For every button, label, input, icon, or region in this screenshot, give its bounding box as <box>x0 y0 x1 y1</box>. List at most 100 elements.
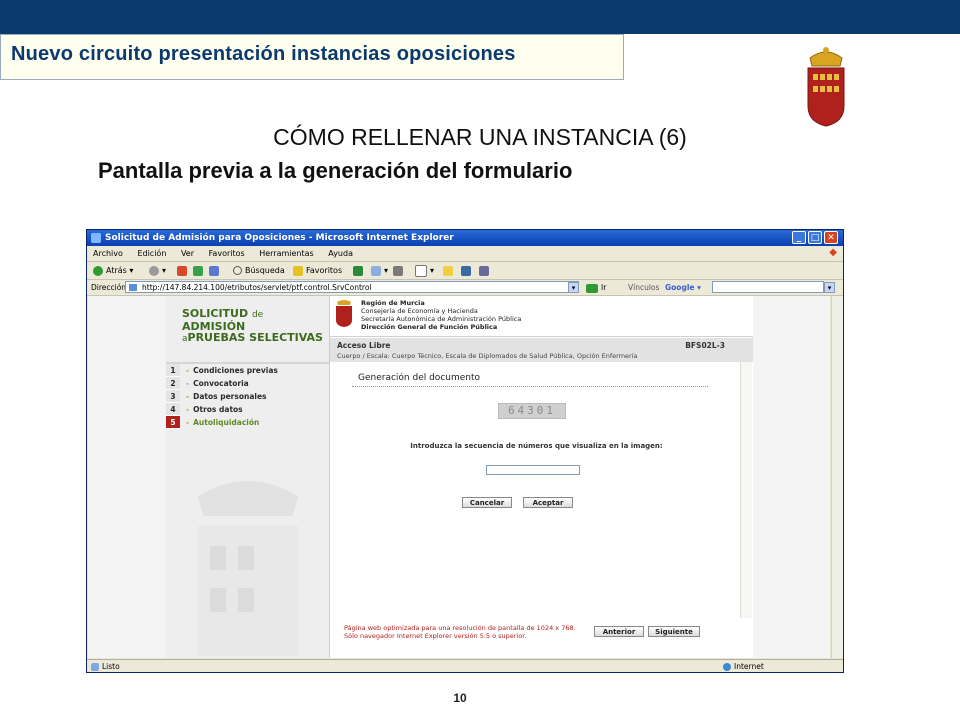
google-dropdown[interactable]: ▾ <box>824 282 835 293</box>
murcia-crest-icon <box>807 47 845 127</box>
slide-header: Nuevo circuito presentación instancias o… <box>0 34 624 80</box>
home-button[interactable] <box>209 262 222 279</box>
access-info: Acceso Libre BFS02L-3 Cuerpo / Escala: C… <box>330 338 753 362</box>
step-menu: 1Condiciones previas 2Convocatoria 3Dato… <box>166 364 329 429</box>
go-arrow-icon <box>586 283 598 293</box>
cancel-button[interactable]: Cancelar <box>462 497 512 508</box>
search-button[interactable]: Búsqueda <box>233 262 285 279</box>
mail-icon <box>371 265 381 276</box>
access-code: BFS02L-3 <box>685 341 725 350</box>
google-toolbar[interactable]: Google ▾ <box>665 280 701 295</box>
windows-flag-icon: ◆ <box>829 247 837 258</box>
slide-header-title: Nuevo circuito presentación instancias o… <box>11 43 516 65</box>
inner-scrollbar[interactable] <box>740 362 752 618</box>
address-label: Dirección <box>91 283 127 292</box>
step-item-otros-datos[interactable]: 4Otros datos <box>166 403 329 416</box>
main-panel: Región de Murcia Consejería de Economía … <box>330 296 753 658</box>
org-line-2: Consejería de Economía y Hacienda <box>361 307 478 315</box>
menu-favoritos[interactable]: Favoritos <box>209 249 245 258</box>
ie-icon <box>91 233 101 243</box>
page-icon <box>129 284 137 291</box>
menu-edicion[interactable]: Edición <box>137 249 166 258</box>
search-icon <box>233 266 242 275</box>
edit-button[interactable]: ▾ <box>415 262 434 279</box>
solicitud-logo: SOLICITUD de ADMISIÓN aPRUEBAS SELECTIVA… <box>182 307 323 344</box>
slide-subheading: Pantalla previa a la generación del form… <box>98 158 573 183</box>
stop-button[interactable] <box>177 262 190 279</box>
status-bar: Listo Internet <box>87 659 843 672</box>
address-bar: Dirección http://147.84.214.100/etributo… <box>87 280 843 296</box>
step-item-condiciones[interactable]: 1Condiciones previas <box>166 364 329 377</box>
captcha-input[interactable] <box>486 465 580 475</box>
back-button[interactable]: Atrás ▾ <box>93 262 133 279</box>
org-line-3: Secretaría Autonómica de Administración … <box>361 315 522 323</box>
browser-title: Solicitud de Admisión para Oposiciones -… <box>105 233 454 243</box>
form-content: Generación del documento 64301 Introduzc… <box>330 362 743 658</box>
captcha-image: 64301 <box>498 403 566 419</box>
home-icon <box>209 265 219 276</box>
menu-bar: Archivo Edición Ver Favoritos Herramient… <box>87 247 843 262</box>
stop-icon <box>177 265 187 276</box>
org-line-4: Dirección General de Función Pública <box>361 323 498 331</box>
menu-ver[interactable]: Ver <box>181 249 194 258</box>
menu-ayuda[interactable]: Ayuda <box>328 249 353 258</box>
favorites-button[interactable]: Favoritos <box>293 262 342 279</box>
address-dropdown[interactable]: ▾ <box>568 282 579 293</box>
menu-herramientas[interactable]: Herramientas <box>259 249 314 258</box>
crest-watermark-icon <box>198 481 298 656</box>
page-status-icon <box>91 663 99 671</box>
forward-arrow-icon <box>149 265 159 276</box>
browser-titlebar[interactable]: Solicitud de Admisión para Oposiciones -… <box>87 230 843 246</box>
left-panel: SOLICITUD de ADMISIÓN aPRUEBAS SELECTIVA… <box>166 296 330 658</box>
page-number: 10 <box>453 691 467 705</box>
back-arrow-icon <box>93 265 103 276</box>
messenger-button[interactable] <box>461 262 474 279</box>
print-icon <box>393 265 403 276</box>
page-scrollbar[interactable] <box>831 296 843 658</box>
zone-indicator: Internet <box>723 660 764 672</box>
google-search-input[interactable] <box>712 281 824 293</box>
maximize-button[interactable]: □ <box>808 231 822 244</box>
access-type: Acceso Libre <box>337 341 391 350</box>
mail-button[interactable]: ▾ <box>371 262 388 279</box>
cuerpo-escala: Cuerpo / Escala: Cuerpo Técnico, Escala … <box>337 352 638 360</box>
menu-archivo[interactable]: Archivo <box>93 249 123 258</box>
step-item-datos-personales[interactable]: 3Datos personales <box>166 390 329 403</box>
history-button[interactable] <box>353 262 366 279</box>
history-icon <box>353 265 363 276</box>
toolbar: Atrás ▾ ▾ Búsqueda Favoritos ▾ ▾ <box>87 262 843 280</box>
browser-window: Solicitud de Admisión para Oposiciones -… <box>86 229 844 673</box>
research-icon <box>479 265 489 276</box>
refresh-button[interactable] <box>193 262 206 279</box>
internet-globe-icon <box>723 663 731 671</box>
discuss-button[interactable] <box>443 262 456 279</box>
next-button[interactable]: Siguiente <box>648 626 700 637</box>
research-button[interactable] <box>479 262 492 279</box>
minimize-button[interactable]: _ <box>792 231 806 244</box>
links-label[interactable]: Vínculos <box>628 280 659 295</box>
step-item-autoliquidacion[interactable]: 5Autoliquidación <box>166 416 329 429</box>
status-text: Listo <box>91 660 120 672</box>
org-header: Región de Murcia Consejería de Economía … <box>330 296 753 337</box>
section-title: Generación del documento <box>358 373 481 383</box>
slide-heading: CÓMO RELLENAR UNA INSTANCIA (6) <box>273 124 687 150</box>
step-item-convocatoria[interactable]: 2Convocatoria <box>166 377 329 390</box>
previous-button[interactable]: Anterior <box>594 626 644 637</box>
print-button[interactable] <box>393 262 406 279</box>
captcha-prompt: Introduzca la secuencia de números que v… <box>410 442 663 450</box>
top-banner <box>0 0 960 34</box>
star-icon <box>293 265 303 276</box>
edit-icon <box>415 264 427 277</box>
browser-note: Página web optimizada para una resolució… <box>344 624 576 640</box>
go-button[interactable]: Ir <box>586 280 606 295</box>
region-shield-icon <box>336 300 352 327</box>
folder-icon <box>443 265 453 276</box>
messenger-icon <box>461 265 471 276</box>
page-viewport: SOLICITUD de ADMISIÓN aPRUEBAS SELECTIVA… <box>88 296 830 658</box>
forward-button[interactable]: ▾ <box>149 262 166 279</box>
address-input[interactable]: http://147.84.214.100/etributos/servlet/… <box>125 281 579 293</box>
org-line-1: Región de Murcia <box>361 299 425 307</box>
accept-button[interactable]: Aceptar <box>523 497 573 508</box>
refresh-icon <box>193 265 203 276</box>
close-button[interactable]: ✕ <box>824 231 838 244</box>
